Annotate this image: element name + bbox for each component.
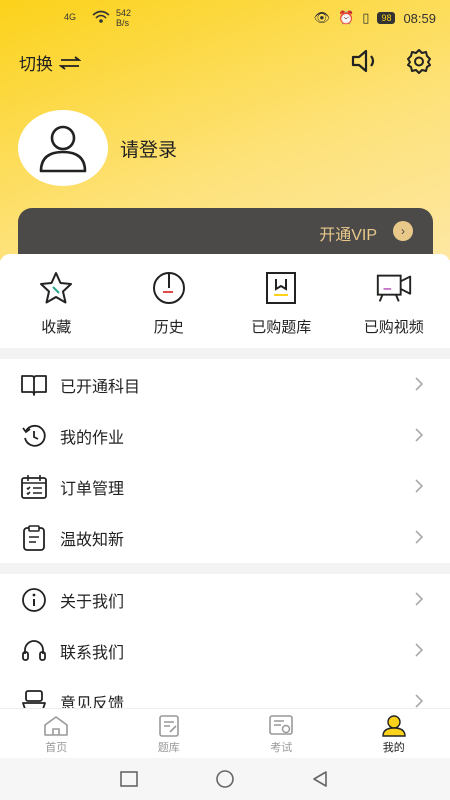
chevron-right-icon <box>415 530 424 544</box>
system-navigation-bar <box>0 758 450 800</box>
quick-action-label: 历史 <box>153 319 184 336</box>
chevron-right-icon <box>415 428 424 442</box>
bottom-tab-bar: 首页 题库 考试 我的 <box>0 708 450 758</box>
recent-apps-icon[interactable] <box>119 770 139 788</box>
alarm-icon: ⏰ <box>338 10 355 25</box>
vip-banner[interactable]: 开通VIP › <box>18 208 433 260</box>
chevron-right-icon <box>415 377 424 391</box>
quick-action-label: 已购视频 <box>363 319 424 336</box>
switch-label: 切换 <box>19 55 53 74</box>
quick-action-purchased-videos[interactable]: 已购视频 <box>338 254 450 348</box>
signal-indicator: 4G <box>64 12 77 22</box>
star-icon <box>40 272 73 304</box>
avatar[interactable] <box>18 110 108 186</box>
back-triangle-icon[interactable] <box>310 770 330 788</box>
clipboard-icon <box>23 524 45 551</box>
chevron-right-icon <box>415 694 424 708</box>
settings-gear-icon[interactable] <box>406 48 432 74</box>
info-icon <box>22 587 46 612</box>
user-icon <box>382 715 406 737</box>
menu-group-secondary: 关于我们 联系我们 意见反馈 <box>0 574 450 727</box>
battery-indicator: 98 <box>377 12 396 24</box>
headset-icon <box>22 639 46 661</box>
tab-label: 首页 <box>45 742 68 754</box>
vip-label: 开通VIP <box>319 227 377 244</box>
menu-item-label: 我的作业 <box>60 429 125 447</box>
chevron-right-icon <box>415 479 424 493</box>
menu-item-label: 已开通科目 <box>60 378 141 396</box>
question-bank-icon <box>158 715 179 737</box>
login-link[interactable]: 请登录 <box>120 135 177 162</box>
history-clock-icon <box>152 272 185 304</box>
chevron-right-icon: › <box>393 221 413 241</box>
tab-label: 考试 <box>270 742 293 754</box>
quick-actions: 收藏 历史 已购题库 已购视频 <box>0 254 450 348</box>
wifi-icon <box>92 10 110 23</box>
network-speed: 542 B/s <box>116 8 132 28</box>
tab-label: 题库 <box>157 742 180 754</box>
menu-item-about[interactable]: 关于我们 <box>0 574 450 625</box>
eye-icon: 👁 <box>313 10 331 25</box>
video-camera-icon <box>376 274 411 302</box>
history-icon <box>22 424 46 447</box>
quick-action-label: 收藏 <box>41 319 72 336</box>
quick-action-history[interactable]: 历史 <box>113 254 226 348</box>
quick-action-label: 已购题库 <box>251 319 312 336</box>
menu-item-label: 订单管理 <box>60 480 125 498</box>
quick-action-favorites[interactable]: 收藏 <box>0 254 113 348</box>
home-circle-icon[interactable] <box>214 770 236 788</box>
tab-exam[interactable]: 考试 <box>225 709 338 758</box>
menu-item-review[interactable]: 温故知新 <box>0 512 450 563</box>
exam-icon <box>269 715 294 735</box>
menu-item-label: 关于我们 <box>60 593 125 611</box>
swap-arrows-icon <box>59 55 81 70</box>
menu-item-orders[interactable]: 订单管理 <box>0 461 450 512</box>
home-icon <box>44 716 69 736</box>
user-avatar-icon <box>39 125 87 173</box>
book-icon <box>21 374 47 396</box>
switch-button[interactable]: 切换 <box>19 50 81 75</box>
menu-item-contact[interactable]: 联系我们 <box>0 625 450 676</box>
calendar-list-icon <box>21 474 47 499</box>
chevron-right-icon <box>415 643 424 657</box>
profile-section[interactable]: 请登录 <box>18 110 177 186</box>
menu-item-subjects[interactable]: 已开通科目 <box>0 359 450 410</box>
clock: 08:59 <box>403 10 436 26</box>
tab-question-bank[interactable]: 题库 <box>113 709 226 758</box>
menu-item-label: 温故知新 <box>60 531 125 549</box>
chevron-right-icon <box>415 592 424 606</box>
menu-item-homework[interactable]: 我的作业 <box>0 410 450 461</box>
speaker-icon[interactable] <box>350 48 380 74</box>
tab-home[interactable]: 首页 <box>0 709 113 758</box>
menu-item-label: 联系我们 <box>60 644 125 662</box>
menu-group-primary: 已开通科目 我的作业 订单管理 温故知新 <box>0 359 450 563</box>
status-bar: 4G 542 B/s 👁 ⏰ ▯ 98 08:59 <box>0 8 450 32</box>
quick-action-purchased-banks[interactable]: 已购题库 <box>225 254 338 348</box>
tab-label: 我的 <box>382 742 405 754</box>
question-bank-icon <box>266 272 297 304</box>
tab-mine[interactable]: 我的 <box>338 709 450 758</box>
vibrate-icon: ▯ <box>362 10 370 25</box>
